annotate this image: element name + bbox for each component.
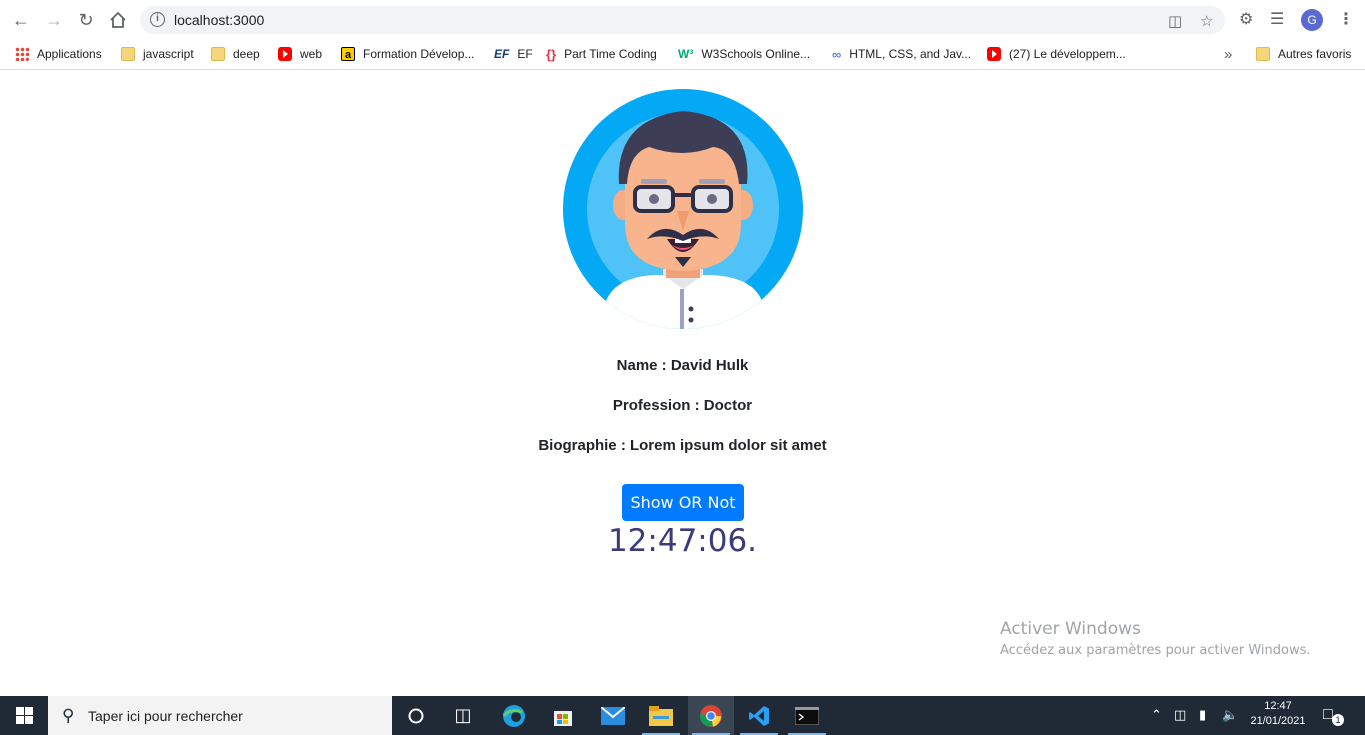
- bookmark-label: deep: [233, 47, 260, 61]
- vscode-icon[interactable]: [736, 696, 782, 735]
- amazon-icon: a: [341, 47, 355, 61]
- cortana-icon[interactable]: [393, 696, 439, 735]
- bookmark-label: web: [300, 47, 323, 61]
- edge-logo: [502, 704, 525, 727]
- site-info-icon[interactable]: i: [150, 12, 165, 27]
- ptc-icon: {}: [546, 47, 557, 62]
- mail-logo: [601, 706, 625, 725]
- notification-center-icon[interactable]: □ 1: [1323, 706, 1344, 726]
- address-bar[interactable]: i localhost:3000 ◫ ☆: [140, 6, 1225, 34]
- terminal-logo: [795, 706, 819, 725]
- home-svg: [110, 11, 126, 28]
- tray-date: 21/01/2021: [1250, 715, 1306, 727]
- chrome-logo: [700, 704, 722, 727]
- extensions-icon[interactable]: ⚙: [1239, 9, 1253, 29]
- bookmark-label: W3Schools Online...: [701, 47, 811, 61]
- bookmark-star-icon[interactable]: ☆: [1200, 12, 1213, 30]
- search-icon: ⚲: [62, 706, 75, 725]
- store-icon[interactable]: [540, 696, 586, 735]
- url-text[interactable]: localhost:3000: [174, 12, 264, 28]
- tray-time: 12:47: [1264, 700, 1292, 712]
- taskbar-search[interactable]: ⚲ Taper ici pour rechercher: [48, 696, 392, 735]
- back-icon[interactable]: ←: [10, 9, 32, 31]
- other-bookmarks-folder[interactable]: Autres favoris: [1256, 45, 1351, 63]
- bookmark-label: Autres favoris: [1278, 47, 1352, 61]
- youtube-icon: [987, 47, 1001, 61]
- edge-icon[interactable]: [491, 696, 537, 735]
- tray-clock[interactable]: 12:47 21/01/2021: [1246, 699, 1310, 729]
- translate-icon[interactable]: ◫: [1168, 12, 1182, 30]
- windows-taskbar: ⚲ Taper ici pour rechercher ◫ ⌃ ◫ ▮ 🔈 12…: [0, 696, 1365, 735]
- youtube-icon: [278, 47, 292, 61]
- bookmark-html-css[interactable]: ∞ HTML, CSS, and Jav...: [832, 45, 971, 63]
- folder-icon: [211, 47, 225, 61]
- network-icon[interactable]: ◫: [1174, 707, 1186, 723]
- bookmark-label: (27) Le développem...: [1009, 47, 1126, 61]
- ef-icon: EF: [494, 47, 510, 61]
- folder-icon: [121, 47, 135, 61]
- bookmark-label: Part Time Coding: [564, 47, 657, 61]
- bookmark-deep[interactable]: deep: [211, 45, 260, 63]
- watermark-subtitle: Accédez aux paramètres pour activer Wind…: [1000, 643, 1311, 658]
- bookmarks-bar: Applications javascript deep web a Forma…: [0, 38, 1365, 70]
- profile-avatar[interactable]: G: [1301, 9, 1323, 31]
- terminal-icon[interactable]: [784, 696, 830, 735]
- folder-icon: [1256, 47, 1270, 61]
- chrome-icon[interactable]: [688, 696, 734, 735]
- media-queue-icon[interactable]: ☰: [1270, 9, 1284, 29]
- live-clock: 12:47:06.: [607, 523, 758, 559]
- bookmark-w3schools[interactable]: W³ W3Schools Online...: [678, 45, 810, 63]
- activate-windows-watermark: Activer Windows Accédez aux paramètres p…: [1000, 619, 1311, 658]
- vscode-logo: [749, 705, 769, 726]
- volume-icon[interactable]: 🔈: [1222, 707, 1238, 723]
- bookmark-label: Applications: [37, 47, 102, 61]
- bookmark-ef[interactable]: EF EF: [494, 45, 533, 63]
- page-content: Name : David Hulk Profession : Doctor Bi…: [0, 71, 1365, 696]
- file-explorer-icon[interactable]: [638, 696, 684, 735]
- browser-toolbar: ← → ↻ i localhost:3000 ◫ ☆ ⚙ ☰ G ⋮: [0, 0, 1365, 38]
- profile-profession: Profession : Doctor: [612, 397, 753, 414]
- link-icon: ∞: [832, 47, 842, 62]
- bookmark-label: Formation Dévelop...: [363, 47, 475, 61]
- bookmarks-overflow-button[interactable]: »: [1224, 45, 1232, 63]
- reload-icon[interactable]: ↻: [75, 9, 97, 31]
- bookmark-youtube-dev[interactable]: (27) Le développem...: [987, 45, 1126, 63]
- w3schools-icon: W³: [678, 47, 694, 61]
- profile-biography: Biographie : Lorem ipsum dolor sit amet: [538, 437, 827, 454]
- bookmark-label: javascript: [143, 47, 194, 61]
- apps-grid-icon: [15, 47, 29, 61]
- task-view-icon[interactable]: ◫: [440, 696, 486, 735]
- notification-count: 1: [1332, 714, 1344, 726]
- forward-icon[interactable]: →: [43, 9, 65, 31]
- home-icon[interactable]: [107, 9, 129, 31]
- bookmark-web[interactable]: web: [278, 45, 322, 63]
- tray-chevron-up-icon[interactable]: ⌃: [1151, 707, 1162, 723]
- menu-kebab-icon[interactable]: ⋮: [1338, 9, 1354, 29]
- battery-icon[interactable]: ▮: [1199, 707, 1206, 723]
- bookmark-applications[interactable]: Applications: [15, 45, 102, 63]
- folder-logo: [649, 705, 673, 726]
- mail-icon[interactable]: [590, 696, 636, 735]
- profile-avatar-image: [563, 89, 803, 329]
- start-button[interactable]: [0, 696, 48, 735]
- bookmark-javascript[interactable]: javascript: [121, 45, 194, 63]
- cortana-ring: [408, 708, 424, 723]
- bookmark-label: EF: [517, 47, 533, 61]
- bookmark-formation[interactable]: a Formation Dévelop...: [341, 45, 474, 63]
- bookmark-label: HTML, CSS, and Jav...: [849, 47, 972, 61]
- profile-name: Name : David Hulk: [616, 357, 749, 374]
- store-logo: [554, 710, 572, 726]
- show-or-not-button[interactable]: Show OR Not: [622, 484, 744, 521]
- watermark-title: Activer Windows: [1000, 619, 1141, 639]
- search-placeholder: Taper ici pour rechercher: [88, 708, 243, 724]
- bookmark-part-time-coding[interactable]: {} Part Time Coding: [546, 45, 657, 63]
- windows-logo-icon: [15, 707, 33, 724]
